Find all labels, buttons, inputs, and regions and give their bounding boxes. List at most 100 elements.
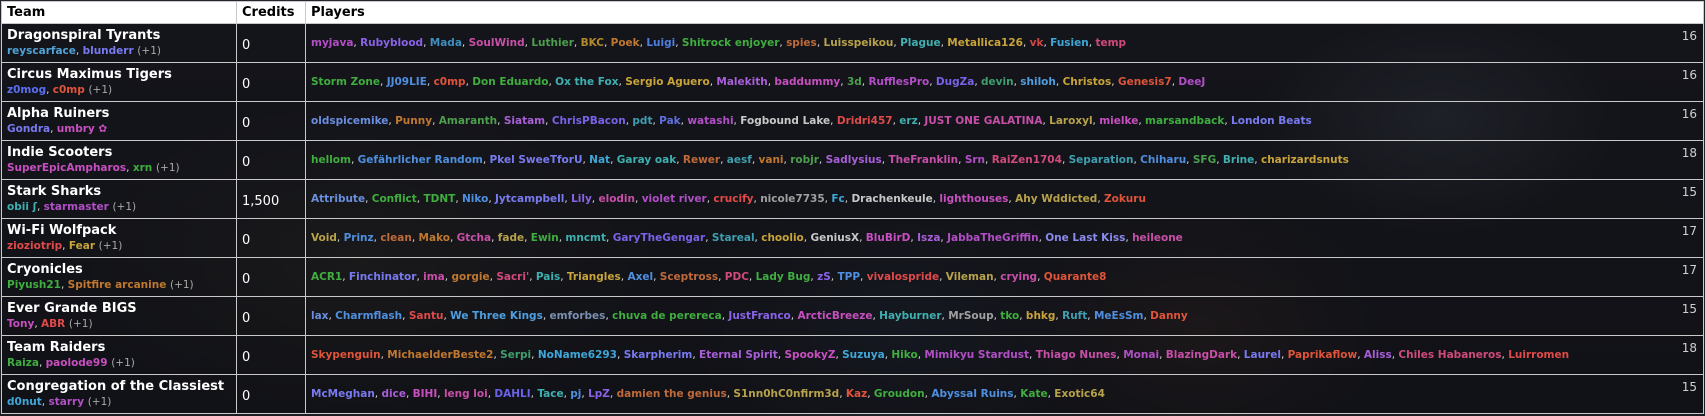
- player-name[interactable]: dice: [381, 388, 405, 400]
- player-name[interactable]: Mada: [430, 37, 462, 49]
- player-name[interactable]: SpookyZ: [784, 349, 835, 361]
- player-name[interactable]: Suzuya: [842, 349, 885, 361]
- player-name[interactable]: vk: [1030, 37, 1044, 49]
- team-name[interactable]: Circus Maximus Tigers: [7, 67, 231, 83]
- player-name[interactable]: MichaelderBeste2: [387, 349, 493, 361]
- player-name[interactable]: Mako: [419, 232, 450, 244]
- player-name[interactable]: Lady Bug: [756, 271, 811, 283]
- player-name[interactable]: baddummy: [774, 76, 840, 88]
- player-name[interactable]: Dridri457: [837, 115, 893, 127]
- manager-name[interactable]: reyscarface: [7, 45, 76, 57]
- player-name[interactable]: RaiZen1704: [992, 154, 1062, 166]
- player-name[interactable]: shiloh: [1020, 76, 1056, 88]
- manager-name[interactable]: xrn: [133, 162, 152, 174]
- player-name[interactable]: PDC: [725, 271, 749, 283]
- manager-name[interactable]: d0nut: [7, 396, 42, 408]
- player-name[interactable]: DAHLI: [494, 388, 530, 400]
- player-name[interactable]: BlazingDark: [1166, 349, 1237, 361]
- player-name[interactable]: elodin: [598, 193, 635, 205]
- player-name[interactable]: BKC: [581, 37, 604, 49]
- team-name[interactable]: Cryonicles: [7, 262, 231, 278]
- manager-name[interactable]: SuperEpicAmpharos: [7, 162, 126, 174]
- player-name[interactable]: mielke: [1099, 115, 1138, 127]
- player-name[interactable]: SoulWind: [469, 37, 525, 49]
- player-name[interactable]: damien the genius: [617, 388, 727, 400]
- player-name[interactable]: marsandback: [1145, 115, 1224, 127]
- player-name[interactable]: Poek: [611, 37, 640, 49]
- player-name[interactable]: vivalospride: [867, 271, 939, 283]
- player-name[interactable]: Thiago Nunes: [1036, 349, 1117, 361]
- player-name[interactable]: Conflict: [372, 193, 417, 205]
- player-name[interactable]: clean: [380, 232, 412, 244]
- player-name[interactable]: Separation: [1069, 154, 1134, 166]
- player-name[interactable]: London Beats: [1231, 115, 1312, 127]
- player-name[interactable]: Hiko: [891, 349, 917, 361]
- player-name[interactable]: gorgie: [451, 271, 489, 283]
- player-name[interactable]: nicole7735: [760, 193, 824, 205]
- player-name[interactable]: TheFranklin: [888, 154, 958, 166]
- manager-name[interactable]: ABR: [41, 318, 65, 330]
- player-name[interactable]: Pak: [659, 115, 680, 127]
- player-name[interactable]: Luirromen: [1508, 349, 1569, 361]
- player-name[interactable]: lighthouses: [939, 193, 1008, 205]
- player-name[interactable]: Gtcha: [457, 232, 491, 244]
- player-name[interactable]: JustFranco: [728, 310, 790, 322]
- player-name[interactable]: Sceptross: [660, 271, 718, 283]
- player-name[interactable]: Don Eduardo: [472, 76, 548, 88]
- player-name[interactable]: choolio: [761, 232, 804, 244]
- player-name[interactable]: Tace: [537, 388, 563, 400]
- player-name[interactable]: Serpi: [500, 349, 531, 361]
- player-name[interactable]: Storm Zone: [311, 76, 380, 88]
- player-name[interactable]: Garay oak: [617, 154, 676, 166]
- player-name[interactable]: Punny: [395, 115, 432, 127]
- player-name[interactable]: Laroxyl: [1049, 115, 1092, 127]
- player-name[interactable]: BIHI: [413, 388, 438, 400]
- player-name[interactable]: Skarpherim: [624, 349, 693, 361]
- player-name[interactable]: Srn: [965, 154, 985, 166]
- player-name[interactable]: Chiles Habaneros: [1398, 349, 1501, 361]
- player-name[interactable]: aesf: [727, 154, 752, 166]
- player-name[interactable]: Nat: [589, 154, 610, 166]
- player-name[interactable]: Fogbound Lake: [740, 115, 830, 127]
- player-name[interactable]: pdt: [632, 115, 652, 127]
- player-name[interactable]: ArcticBreeze: [797, 310, 872, 322]
- manager-name[interactable]: zioziotrip: [7, 240, 62, 252]
- manager-name[interactable]: z0mog: [7, 84, 46, 96]
- player-name[interactable]: Sadlysius: [826, 154, 882, 166]
- player-name[interactable]: temp: [1095, 37, 1126, 49]
- manager-name[interactable]: Tony: [7, 318, 34, 330]
- manager-name[interactable]: umbry ✿: [57, 123, 107, 135]
- player-name[interactable]: Metallica126: [947, 37, 1023, 49]
- player-name[interactable]: erz: [899, 115, 917, 127]
- player-name[interactable]: Stareal: [712, 232, 755, 244]
- player-name[interactable]: Axel: [627, 271, 653, 283]
- player-name[interactable]: Niko: [462, 193, 488, 205]
- player-name[interactable]: S1nn0hC0nfirm3d: [733, 388, 839, 400]
- player-name[interactable]: Hayburner: [879, 310, 941, 322]
- player-name[interactable]: Lily: [571, 193, 592, 205]
- team-name[interactable]: Wi-Fi Wolfpack: [7, 223, 231, 239]
- team-name[interactable]: Dragonspiral Tyrants: [7, 28, 231, 44]
- player-name[interactable]: Pais: [536, 271, 560, 283]
- manager-name[interactable]: starmaster: [44, 201, 109, 213]
- player-name[interactable]: Void: [311, 232, 337, 244]
- player-name[interactable]: Vileman: [946, 271, 994, 283]
- player-name[interactable]: One Last Kiss: [1045, 232, 1125, 244]
- team-name[interactable]: Stark Sharks: [7, 184, 231, 200]
- player-name[interactable]: fade: [498, 232, 524, 244]
- player-name[interactable]: Fc: [831, 193, 844, 205]
- player-name[interactable]: bhkg: [1026, 310, 1056, 322]
- player-name[interactable]: Genesis7: [1118, 76, 1172, 88]
- player-name[interactable]: chuva de perereca: [612, 310, 722, 322]
- player-name[interactable]: Laurel: [1244, 349, 1281, 361]
- player-name[interactable]: violet river: [642, 193, 707, 205]
- player-name[interactable]: Kate: [1020, 388, 1047, 400]
- manager-name[interactable]: Fear: [69, 240, 95, 252]
- manager-name[interactable]: paolode99: [46, 357, 108, 369]
- player-name[interactable]: McMeghan: [311, 388, 375, 400]
- player-name[interactable]: Prinz: [344, 232, 374, 244]
- player-name[interactable]: Exotic64: [1054, 388, 1105, 400]
- player-name[interactable]: Charmflash: [335, 310, 402, 322]
- player-name[interactable]: emforbes: [550, 310, 606, 322]
- team-name[interactable]: Alpha Ruiners: [7, 106, 231, 122]
